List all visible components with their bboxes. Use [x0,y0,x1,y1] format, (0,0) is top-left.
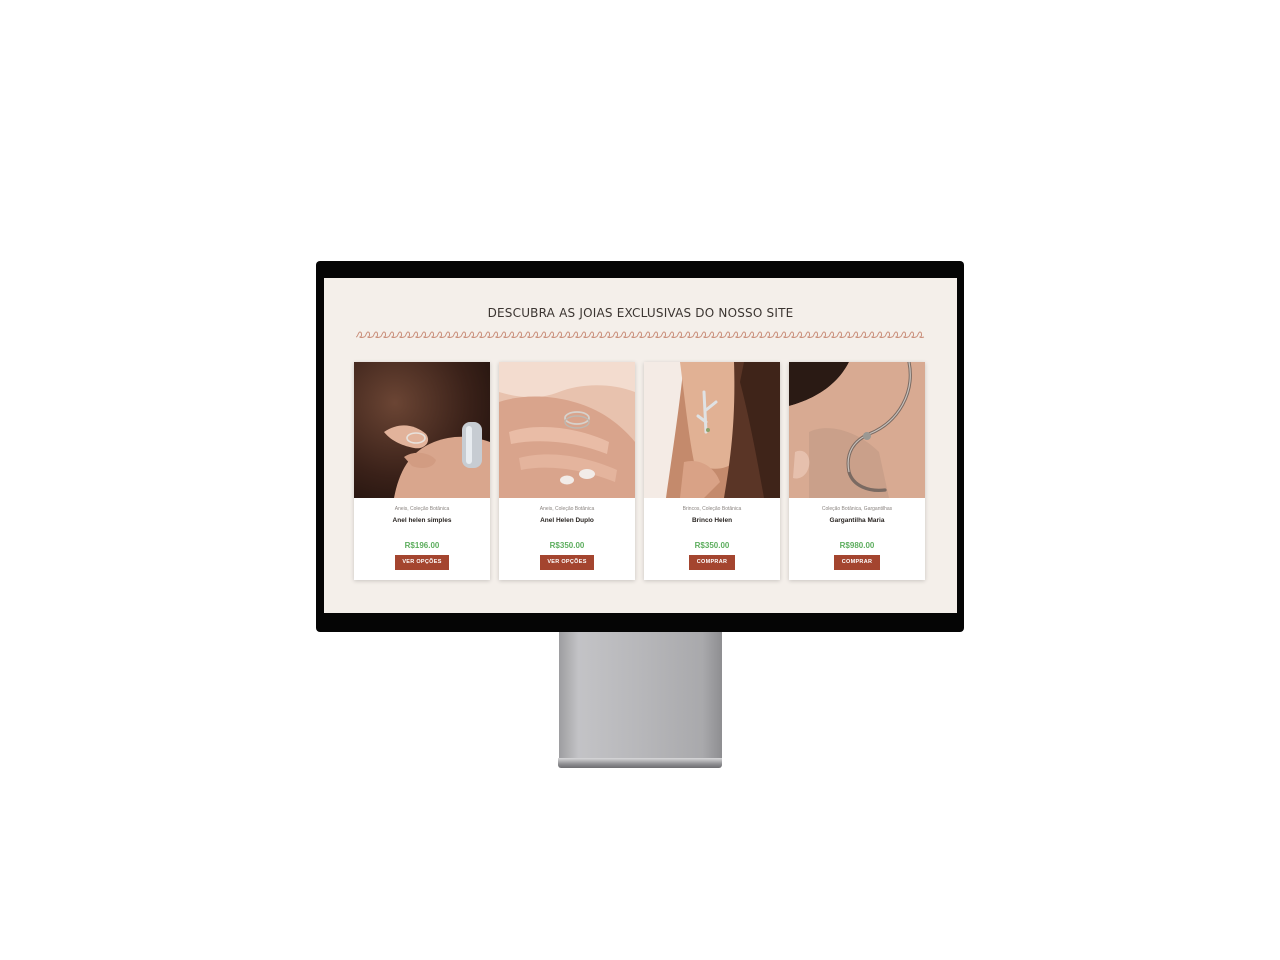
product-name[interactable]: Anel helen simples [354,517,490,524]
double-ring-on-hand-photo[interactable] [499,362,635,498]
product-name[interactable]: Brinco Helen [644,517,780,524]
product-price: R$350.00 [549,541,585,550]
branch-earring-photo[interactable] [644,362,780,498]
view-options-button[interactable]: VER OPÇÕES [540,555,594,570]
product-categories[interactable]: Coleção Botânica, Gargantilhas [789,506,925,512]
product-price: R$980.00 [839,541,875,550]
mockup-stage: DESCUBRA AS JOIAS EXCLUSIVAS DO NOSSO SI… [0,0,1280,960]
product-card[interactable]: Aneis, Coleção Botânica Anel Helen Duplo… [499,362,635,580]
product-price: R$196.00 [404,541,440,550]
monitor-stand-foot [558,758,722,768]
buy-button[interactable]: COMPRAR [689,555,735,570]
buy-button[interactable]: COMPRAR [834,555,880,570]
view-options-button[interactable]: VER OPÇÕES [395,555,449,570]
monitor-stand [559,632,722,760]
product-grid: Aneis, Coleção Botânica Anel helen simpl… [354,362,926,582]
product-card[interactable]: Coleção Botânica, Gargantilhas Gargantil… [789,362,925,580]
product-name[interactable]: Gargantilha Maria [789,517,925,524]
product-categories[interactable]: Aneis, Coleção Botânica [499,506,635,512]
monitor-screen: DESCUBRA AS JOIAS EXCLUSIVAS DO NOSSO SI… [324,278,957,613]
product-price: R$350.00 [694,541,730,550]
product-card[interactable]: Brincos, Coleção Botânica Brinco Helen R… [644,362,780,580]
product-card[interactable]: Aneis, Coleção Botânica Anel helen simpl… [354,362,490,580]
choker-necklace-photo[interactable] [789,362,925,498]
wavy-divider [356,331,925,338]
section-title: DESCUBRA AS JOIAS EXCLUSIVAS DO NOSSO SI… [487,306,794,320]
product-categories[interactable]: Aneis, Coleção Botânica [354,506,490,512]
ring-on-hand-photo[interactable] [354,362,490,498]
product-categories[interactable]: Brincos, Coleção Botânica [644,506,780,512]
product-name[interactable]: Anel Helen Duplo [499,517,635,524]
